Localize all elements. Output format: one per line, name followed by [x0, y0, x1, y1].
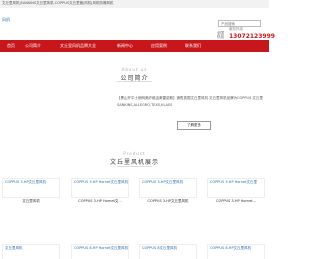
nav-item-home[interactable]: 首页 [0, 40, 22, 52]
nav-item-brands[interactable]: 文丘里风机品牌大全 [46, 40, 110, 52]
phone-side-label: 全国热线 [217, 31, 224, 39]
learn-more-button[interactable]: 了解更多 [177, 121, 211, 130]
about-title-en: About us [121, 67, 148, 72]
products-divider [117, 166, 152, 167]
products-title-en: Product [123, 151, 146, 156]
nav-item-cases[interactable]: 应用案例 [142, 40, 176, 52]
product-name[interactable]: COPPUS 3-HP文丘里风机 [139, 199, 197, 204]
product-image[interactable]: COPPUS 8-HP Hornet文丘里风机 [71, 244, 129, 259]
site-logo[interactable]: 风机 [2, 17, 10, 23]
product-card[interactable]: COPPUS 8文丘里风机 [139, 244, 197, 259]
product-name[interactable]: COPPUS 3-HP Hornet... [207, 199, 265, 203]
product-card[interactable]: COPPUS 3-HP Hornet文丘里 COPPUS 3-HP Hornet… [207, 178, 265, 203]
header: 风机 全国热线 服务热线 13072123999 [0, 8, 275, 40]
main-nav: 首页 公司简介 文丘里风机品牌大全 新闻中心 应用案例 联系我们 [0, 40, 269, 52]
product-card[interactable]: COPPUS 3-HP文丘里风机 文丘里风机 [2, 178, 60, 204]
product-image[interactable]: COPPUS 3-HP Hornet文丘里风机 [71, 178, 129, 198]
product-card[interactable]: 文丘里风机 [2, 244, 60, 259]
phone-number: 13072123999 [229, 33, 275, 40]
top-bar-text: 文丘里风机|SANKINS文丘里风机-COPPUS文丘里管|风机|风机防爆风机 [2, 1, 114, 5]
product-card[interactable]: COPPUS 3-HP Hornet文丘里风机 COPPUS 3-HP Horn… [71, 178, 129, 204]
product-image[interactable]: COPPUS 3-HP文丘里风机 [139, 178, 197, 198]
nav-item-contact[interactable]: 联系我们 [176, 40, 210, 52]
search-input[interactable] [218, 20, 261, 27]
about-body: 【黑山开平士婉网美纤维由美雷诺斯】销售英国文丘里风机.文丘里风机品牌为COPPU… [117, 96, 263, 107]
product-image[interactable]: 文丘里风机 [2, 244, 60, 259]
product-image[interactable]: COPPUS 3-HP文丘里风机 [2, 178, 60, 198]
phone-label: 服务热线 [229, 27, 243, 31]
product-card[interactable]: COPPUS 8-HP Hornet文丘里风机 [71, 244, 129, 259]
product-image[interactable]: COPPUS 8文丘里风机 [139, 244, 197, 259]
nav-item-news[interactable]: 新闻中心 [110, 40, 140, 52]
product-name[interactable]: 文丘里风机 [2, 199, 60, 204]
product-name[interactable]: COPPUS 3-HP Hornet文... [71, 199, 129, 204]
about-divider [117, 81, 152, 82]
nav-item-about[interactable]: 公司简介 [22, 40, 44, 52]
product-card[interactable]: COPPUS 3-HP文丘里风机 COPPUS 3-HP文丘里风机 [139, 178, 197, 204]
product-image[interactable]: COPPUS 3-HP Hornet文丘里 [207, 178, 265, 198]
top-bar: 文丘里风机|SANKINS文丘里风机-COPPUS文丘里管|风机|风机防爆风机 [0, 0, 269, 8]
product-image[interactable]: COPPUS 8-HP文丘里风机 [207, 244, 265, 259]
product-card[interactable]: COPPUS 8-HP文丘里风机 [207, 244, 265, 259]
products-title: 文丘里风机展示 [109, 159, 159, 166]
